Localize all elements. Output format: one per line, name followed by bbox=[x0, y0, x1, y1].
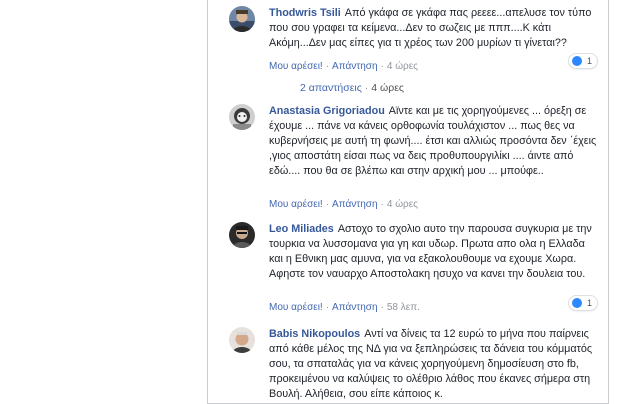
avatar[interactable] bbox=[229, 6, 255, 32]
avatar[interactable] bbox=[229, 104, 255, 130]
like-button[interactable]: Μου αρέσει! bbox=[269, 61, 323, 72]
view-replies-link[interactable]: 2 απαντήσεις bbox=[300, 82, 362, 94]
separator-dot: · bbox=[380, 199, 384, 210]
like-button[interactable]: Μου αρέσει! bbox=[269, 302, 323, 313]
comment-body: Babis Nikopoulos Αντί να δίνεις τα 12 ευρ… bbox=[269, 327, 599, 402]
reaction-badge[interactable]: 1 bbox=[569, 54, 597, 68]
comment-body: Thodwris Tsili Από γκάφα σε γκάφα πας ρεε… bbox=[269, 6, 599, 51]
comment-actions: Μου αρέσει! · Απάντηση · 58 λεπ. bbox=[269, 302, 420, 313]
comment-body: Anastasia Grigoriadou Αϊντε και με τις χο… bbox=[269, 104, 599, 179]
separator-dot: · bbox=[380, 61, 384, 72]
avatar[interactable] bbox=[229, 222, 255, 248]
reaction-badge[interactable]: 1 bbox=[569, 296, 597, 310]
comment-author[interactable]: Babis Nikopoulos bbox=[269, 328, 360, 340]
avatar[interactable] bbox=[229, 327, 255, 353]
reply-button[interactable]: Απάντηση bbox=[332, 302, 377, 313]
comment-author[interactable]: Leo Miliades bbox=[269, 223, 334, 235]
comment-author[interactable]: Thodwris Tsili bbox=[269, 7, 341, 19]
reply-button[interactable]: Απάντηση bbox=[332, 61, 377, 72]
comment-actions: Μου αρέσει! · Απάντηση · 4 ώρες bbox=[269, 61, 418, 72]
reaction-count: 1 bbox=[586, 56, 592, 66]
separator-dot: · bbox=[364, 82, 369, 94]
like-icon bbox=[572, 56, 582, 66]
reaction-count: 1 bbox=[586, 298, 592, 308]
separator-dot: · bbox=[380, 302, 384, 313]
comment-timestamp[interactable]: 4 ώρες bbox=[387, 61, 418, 72]
separator-dot: · bbox=[325, 61, 330, 72]
like-icon bbox=[572, 298, 582, 308]
separator-dot: · bbox=[325, 302, 330, 313]
comment-timestamp[interactable]: 4 ώρες bbox=[387, 199, 418, 210]
comment-actions: Μου αρέσει! · Απάντηση · 4 ώρες bbox=[269, 199, 418, 210]
comments-panel: Thodwris Tsili Από γκάφα σε γκάφα πας ρεε… bbox=[207, 0, 609, 404]
comment-body: Leo Miliades Αστοχο το σχολιο αυτο την πα… bbox=[269, 222, 599, 282]
comment-timestamp[interactable]: 58 λεπ. bbox=[387, 302, 420, 313]
separator-dot: · bbox=[325, 199, 330, 210]
reply-button[interactable]: Απάντηση bbox=[332, 199, 377, 210]
like-button[interactable]: Μου αρέσει! bbox=[269, 199, 323, 210]
view-replies[interactable]: 2 απαντήσεις · 4 ώρες bbox=[300, 82, 404, 94]
replies-timestamp: 4 ώρες bbox=[371, 82, 404, 94]
comment-author[interactable]: Anastasia Grigoriadou bbox=[269, 105, 385, 117]
